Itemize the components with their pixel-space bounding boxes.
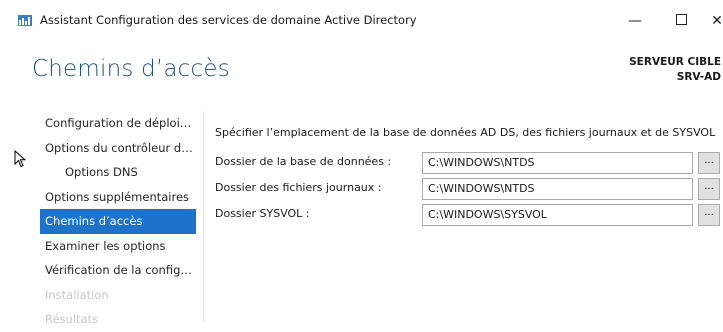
sysvol-folder-browse-button[interactable]: ...: [698, 204, 720, 226]
nav-item-deployment-configuration[interactable]: Configuration de déploie...: [40, 111, 196, 136]
log-files-folder-input[interactable]: C:\WINDOWS\NTDS: [422, 178, 693, 200]
paths-panel: Spécifier l’emplacement de la base de do…: [215, 126, 720, 226]
server-manager-icon: [18, 15, 32, 26]
instructions-text: Spécifier l’emplacement de la base de do…: [215, 126, 716, 139]
wizard-navigation: Configuration de déploie... Options du c…: [40, 111, 196, 332]
nav-item-installation: Installation: [45, 287, 109, 302]
window-title: Assistant Configuration des services de …: [40, 13, 417, 27]
maximize-button[interactable]: [664, 9, 698, 33]
database-folder-input[interactable]: C:\WINDOWS\NTDS: [422, 152, 693, 174]
page-title: Chemins d’accès: [32, 56, 230, 82]
target-server-name: SRV-AD: [676, 71, 721, 83]
sysvol-folder-label: Dossier SYSVOL :: [215, 207, 310, 220]
log-files-folder-browse-button[interactable]: ...: [698, 178, 720, 200]
database-folder-browse-button[interactable]: ...: [698, 152, 720, 174]
nav-divider: [203, 111, 204, 322]
nav-item-results: Résultats: [45, 312, 99, 326]
title-bar: Assistant Configuration des services de …: [0, 0, 723, 40]
maximize-icon: [675, 14, 687, 25]
database-folder-label: Dossier de la base de données :: [215, 155, 392, 168]
nav-item-domain-controller-options[interactable]: Options du contrôleur de...: [40, 136, 196, 161]
minimize-button[interactable]: —: [618, 9, 652, 33]
nav-item-paths[interactable]: Chemins d’accès: [40, 209, 196, 234]
log-files-folder-label: Dossier des fichiers journaux :: [215, 181, 382, 194]
mouse-pointer-icon: [14, 150, 26, 168]
nav-item-dns-options[interactable]: Options DNS: [40, 160, 196, 185]
nav-item-additional-options[interactable]: Options supplémentaires: [40, 185, 196, 210]
close-button[interactable]: ✕: [702, 9, 723, 33]
sysvol-folder-input[interactable]: C:\WINDOWS\SYSVOL: [422, 204, 693, 226]
nav-item-prerequisites-check[interactable]: Vérification de la configur...: [40, 258, 196, 283]
nav-item-review-options[interactable]: Examiner les options: [40, 234, 196, 259]
target-server-label: SERVEUR CIBLE: [629, 56, 721, 68]
